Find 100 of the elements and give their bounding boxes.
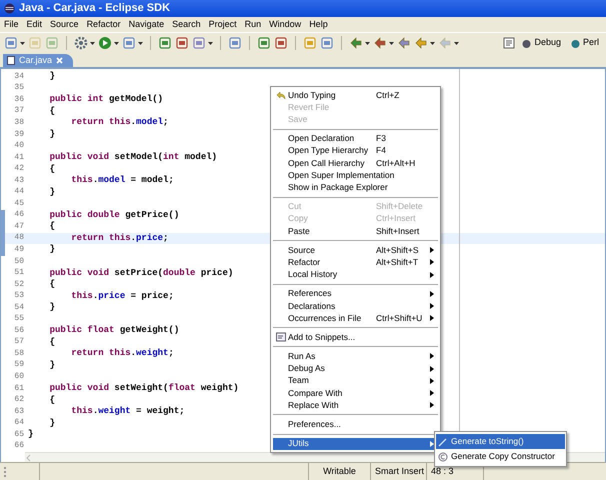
code-line: return this.model; — [70, 118, 168, 128]
menu-item[interactable]: Run — [244, 18, 262, 32]
line-number: 46 — [13, 209, 25, 222]
line-number: 52 — [13, 278, 25, 291]
menu-item[interactable]: Navigate — [128, 18, 164, 32]
run-icon[interactable] — [98, 36, 112, 50]
code-line: { — [48, 338, 56, 347]
line-number: 54 — [13, 302, 25, 314]
menu-item[interactable]: Edit — [26, 18, 42, 32]
menu-item[interactable]: Source — [50, 18, 79, 32]
line-number: 42 — [13, 163, 25, 176]
close-icon[interactable] — [56, 57, 64, 64]
line-number: 36 — [13, 94, 25, 106]
java-file-icon — [7, 56, 15, 65]
code-line: public void setPrice(double price) — [48, 268, 234, 278]
open-perspective-icon[interactable] — [503, 37, 516, 49]
code-line: return this.price; — [70, 234, 168, 243]
perspective-button[interactable]: Debug — [518, 36, 564, 50]
code-line: public double getPrice() — [48, 210, 180, 220]
context-menu-item[interactable]: Undo Typing Ctrl+Z — [273, 89, 438, 102]
context-menu-item[interactable]: Compare With — [273, 386, 438, 400]
code-line: } — [48, 360, 56, 370]
code-line: } — [48, 72, 56, 82]
dropdown-caret-icon[interactable] — [90, 42, 95, 44]
undo-arrow-icon — [276, 90, 286, 100]
code-line: { — [48, 280, 56, 290]
code-line: this.weight = weight; — [70, 407, 185, 416]
line-number: 62 — [13, 394, 25, 406]
context-menu-item[interactable]: Open Super Implementation — [273, 169, 438, 182]
line-number: 66 — [13, 440, 25, 452]
dropdown-caret-icon[interactable] — [208, 42, 213, 44]
dropdown-caret-icon[interactable] — [20, 42, 25, 44]
code-line: return this.weight; — [70, 349, 174, 358]
code-line: public int getModel() — [48, 95, 164, 104]
dropdown-caret-icon[interactable] — [430, 42, 435, 44]
context-menu-item[interactable]: Local History — [273, 268, 438, 281]
left-arrow-icon[interactable] — [414, 36, 428, 50]
context-menu-item[interactable]: Preferences... — [273, 418, 438, 430]
menu-item[interactable]: Help — [309, 18, 328, 32]
submenu-item[interactable]: Generate Copy Constructor — [436, 449, 565, 464]
code-line: public float getWeight() — [48, 326, 180, 336]
context-menu-item[interactable]: References — [273, 288, 438, 300]
context-menu-item[interactable]: Replace With — [273, 399, 438, 412]
line-number: 63 — [13, 406, 25, 418]
dropdown-caret-icon[interactable] — [114, 42, 119, 44]
context-menu-item[interactable]: Open Declaration F3 — [273, 132, 438, 145]
menu-item[interactable]: Search — [172, 18, 201, 32]
code-line: this.price = price; — [70, 292, 174, 301]
context-menu-item[interactable]: Open Call Hierarchy Ctrl+Alt+H — [273, 156, 438, 170]
dropdown-caret-icon[interactable] — [389, 42, 394, 44]
line-number: 49 — [13, 244, 25, 256]
menu-item[interactable]: Project — [208, 18, 237, 32]
context-menu-item[interactable]: Paste Shift+Insert — [273, 224, 438, 238]
snippet-icon — [276, 332, 286, 342]
context-menu-item[interactable]: Team — [273, 374, 438, 387]
dropdown-caret-icon[interactable] — [365, 42, 370, 44]
code-line: } — [48, 303, 56, 312]
line-number: 37 — [13, 105, 25, 118]
line-number: 43 — [13, 174, 25, 187]
line-number: 64 — [13, 417, 25, 430]
code-line: { — [48, 164, 56, 174]
line-number: 50 — [13, 256, 25, 268]
submenu-item[interactable]: Generate toString() — [436, 434, 565, 449]
dropdown-caret-icon[interactable] — [138, 42, 143, 44]
line-number: 57 — [13, 336, 25, 348]
context-menu-item[interactable]: Add to Snippets... — [273, 331, 438, 344]
code-line: { — [48, 222, 56, 232]
code-line: public void setWeight(float weight) — [48, 384, 239, 394]
menu-item[interactable]: Window — [269, 18, 302, 32]
code-line: } — [48, 418, 56, 428]
line-number: 38 — [13, 116, 25, 129]
line-number: 41 — [13, 152, 25, 164]
line-number: 53 — [13, 290, 25, 302]
context-menu-item[interactable]: Declarations — [273, 300, 438, 312]
context-menu-item[interactable]: Refactor Alt+Shift+T — [273, 256, 438, 268]
line-number: 44 — [13, 186, 25, 198]
eclipse-logo-icon — [4, 3, 15, 14]
gear-icon[interactable] — [74, 36, 88, 50]
line-number: 65 — [13, 428, 25, 441]
context-menu-item[interactable]: Source Alt+Shift+S — [273, 244, 438, 256]
context-menu-item[interactable]: Debug As — [273, 362, 438, 375]
line-number: 48 — [13, 232, 25, 244]
context-menu-item[interactable]: Show in Package Explorer — [273, 181, 438, 194]
line-number: 58 — [13, 348, 25, 360]
menu-item[interactable]: File — [4, 18, 19, 32]
context-menu-item[interactable]: Occurrences in File Ctrl+Shift+U — [273, 312, 438, 324]
window-title: Java - Car.java - Eclipse SDK — [19, 1, 170, 16]
dropdown-caret-icon[interactable] — [454, 42, 459, 44]
code-line: this.model = model; — [70, 176, 174, 186]
line-number: 55 — [13, 313, 25, 326]
perspective-button[interactable]: Perl — [566, 36, 602, 50]
status-field: Smart Insert — [370, 463, 426, 480]
context-menu-item[interactable]: Run As — [273, 350, 438, 363]
copyright-circle-icon — [438, 452, 448, 462]
status-field: Writable — [308, 463, 370, 480]
line-number: 51 — [13, 267, 25, 280]
context-menu-item[interactable]: Open Type Hierarchy F4 — [273, 144, 438, 157]
line-number: 39 — [13, 128, 25, 141]
code-line: { — [48, 106, 56, 116]
menu-item[interactable]: Refactor — [86, 18, 121, 32]
